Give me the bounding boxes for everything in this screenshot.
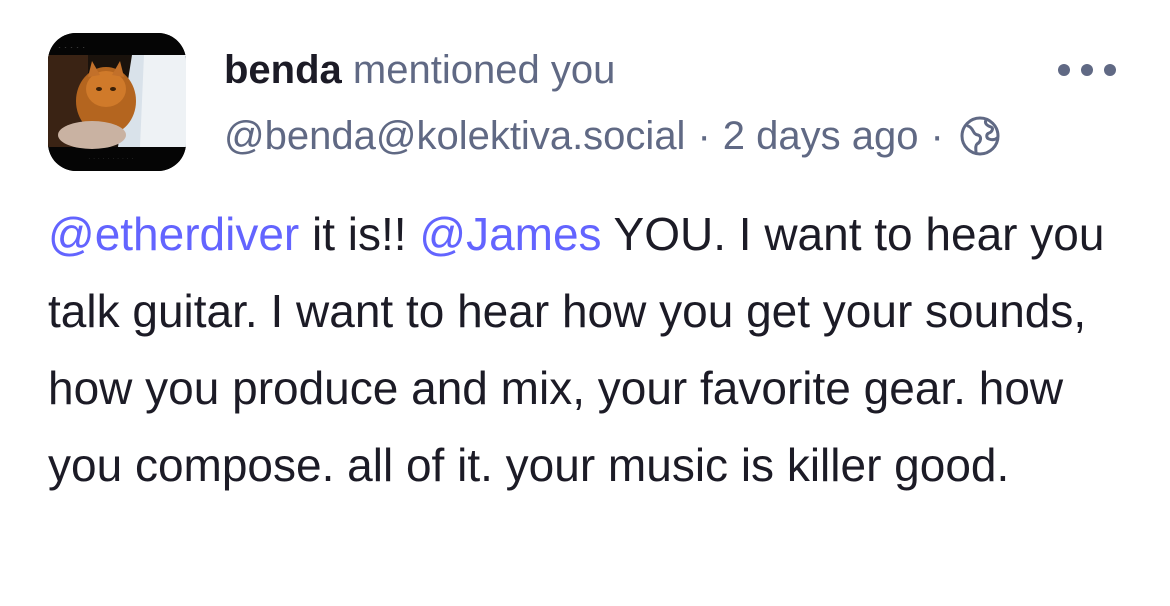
mention-link-james[interactable]: @James xyxy=(419,208,601,260)
post-content: @etherdiver it is!! @James YOU. I want t… xyxy=(48,196,1128,504)
notification-action: mentioned you xyxy=(352,48,616,92)
ellipsis-icon xyxy=(1058,64,1070,76)
notification-header: benda mentioned you xyxy=(224,44,615,96)
avatar[interactable]: - - - - - . . . . . . . . . . xyxy=(48,33,186,171)
mention-link-etherdiver[interactable]: @etherdiver xyxy=(48,208,299,260)
mention-notification: - - - - - . . . . . . . . . . benda ment… xyxy=(0,0,1170,606)
svg-text:. . . . . . . . . .: . . . . . . . . . . xyxy=(88,155,134,160)
cat-photo-icon: - - - - - . . . . . . . . . . xyxy=(48,33,186,171)
notification-meta: @benda@kolektiva.social · 2 days ago · xyxy=(224,110,1002,162)
ellipsis-icon-dot-3 xyxy=(1104,64,1116,76)
meta-separator-2: · xyxy=(930,114,944,158)
ellipsis-icon-dot-2 xyxy=(1081,64,1093,76)
post-text-1: it is!! xyxy=(299,208,420,260)
more-options-button[interactable] xyxy=(1054,52,1120,88)
globe-icon xyxy=(960,116,1000,156)
actor-handle[interactable]: @benda@kolektiva.social xyxy=(224,110,685,162)
actor-display-name[interactable]: benda xyxy=(224,48,342,92)
meta-separator: · xyxy=(697,114,711,158)
timestamp[interactable]: 2 days ago xyxy=(723,110,919,162)
svg-text:- - - - -: - - - - - xyxy=(58,45,85,51)
